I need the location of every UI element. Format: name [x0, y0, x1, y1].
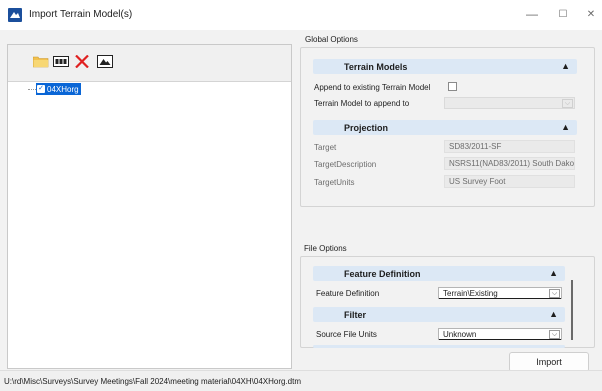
collapse-chevron-icon[interactable]: ▲	[549, 309, 558, 319]
feature-definition-header[interactable]: Feature Definition ▲	[313, 266, 565, 281]
combo-focus-underline	[439, 339, 561, 340]
feature-definition-select[interactable]: Terrain\Existing ⌵	[438, 287, 562, 299]
tree-toolbar	[8, 45, 291, 81]
projection-header-label: Projection	[344, 122, 389, 133]
collapse-chevron-icon[interactable]: ▲	[561, 61, 570, 71]
global-options-label: Global Options	[305, 35, 358, 44]
source-file-units-value: Unknown	[443, 329, 477, 339]
target-description-label: TargetDescription	[314, 160, 377, 169]
filter-header-label: Filter	[344, 309, 367, 320]
append-to-label: Terrain Model to append to	[314, 99, 410, 108]
maximize-icon: ☐	[558, 8, 568, 20]
delete-icon[interactable]	[74, 54, 90, 69]
chevron-down-icon: ⌵	[549, 330, 560, 339]
terrain-models-header-label: Terrain Models	[344, 61, 408, 72]
combo-focus-underline	[439, 298, 561, 299]
feature-definition-label: Feature Definition	[316, 289, 380, 298]
tree-item-label: 04XHorg	[47, 84, 79, 94]
feature-definition-value: Terrain\Existing	[443, 288, 498, 298]
tree-item-04xhorg[interactable]: ✓ 04XHorg	[36, 83, 81, 95]
append-label: Append to existing Terrain Model	[314, 83, 431, 92]
append-to-select[interactable]: ⌵	[444, 97, 575, 109]
app-icon	[8, 8, 22, 22]
source-file-units-select[interactable]: Unknown ⌵	[438, 328, 562, 340]
open-folder-icon[interactable]	[32, 55, 49, 68]
window-title: Import Terrain Model(s)	[29, 9, 133, 20]
append-checkbox[interactable]	[448, 82, 457, 91]
terrain-tree[interactable]	[8, 81, 291, 368]
filter-header[interactable]: Filter ▲	[313, 307, 565, 322]
file-options-label: File Options	[304, 244, 347, 253]
maximize-button[interactable]: ☐	[552, 5, 574, 23]
chevron-down-icon: ⌵	[549, 289, 560, 298]
minimize-icon: —	[526, 7, 538, 21]
status-path: U:\rd\Misc\Surveys\Survey Meetings\Fall …	[4, 377, 302, 386]
chevron-down-icon: ⌵	[562, 99, 573, 108]
source-file-units-label: Source File Units	[316, 330, 377, 339]
close-icon: ✕	[586, 8, 596, 20]
minimize-button[interactable]: —	[521, 5, 543, 23]
tree-connector	[28, 89, 36, 90]
import-button[interactable]: Import	[509, 352, 589, 372]
target-units-value: US Survey Foot	[444, 175, 575, 188]
feature-definition-header-label: Feature Definition	[344, 268, 421, 279]
file-options-scrollbar[interactable]	[571, 280, 573, 340]
collapse-chevron-icon[interactable]: ▲	[549, 268, 558, 278]
projection-header[interactable]: Projection ▲	[313, 120, 577, 135]
tree-item-checkbox[interactable]: ✓	[37, 85, 45, 93]
select-all-icon[interactable]	[53, 55, 69, 68]
target-units-label: TargetUnits	[314, 178, 355, 187]
target-value: SD83/2011-SF	[444, 140, 575, 153]
collapse-chevron-icon[interactable]: ▲	[561, 122, 570, 132]
next-section-header-peek	[313, 345, 565, 348]
terrain-models-header[interactable]: Terrain Models ▲	[313, 59, 577, 74]
target-description-value: NSRS11(NAD83/2011) South Dakot	[444, 157, 575, 170]
target-label: Target	[314, 143, 337, 152]
close-button[interactable]: ✕	[580, 5, 602, 23]
terrain-image-icon[interactable]	[97, 55, 113, 68]
